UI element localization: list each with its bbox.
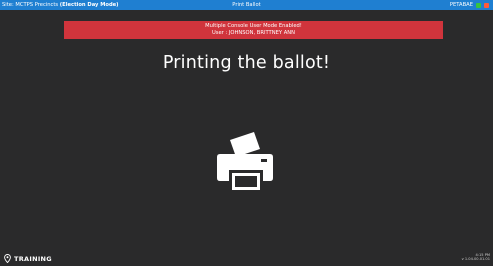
network-status-icon [476,2,481,8]
banner-mode-text: Multiple Console User Mode Enabled! [205,23,302,29]
battery-status-icon [484,2,489,8]
screen-title: Print Ballot [232,2,261,8]
device-id: PETABAE [449,2,473,8]
banner-user-text: User : JOHNSON, BRITTNEY ANN [211,30,296,36]
multi-user-banner: Multiple Console User Mode Enabled! User… [64,21,443,39]
device-status: PETABAE [450,0,489,10]
training-label: TRAINING [14,254,52,263]
print-ballot-screen: Site: MCTPS Precincts (Election Day Mode… [0,0,493,266]
top-bar: Site: MCTPS Precincts (Election Day Mode… [0,0,493,10]
version-info: 4:15 PM v 1.04.00.01.01 [462,253,490,262]
software-version: v 1.04.00.01.01 [461,257,490,262]
location-pin-icon [4,254,11,263]
training-indicator: TRAINING [4,254,52,263]
printer-icon [217,132,273,190]
printing-headline: Printing the ballot! [162,53,331,73]
